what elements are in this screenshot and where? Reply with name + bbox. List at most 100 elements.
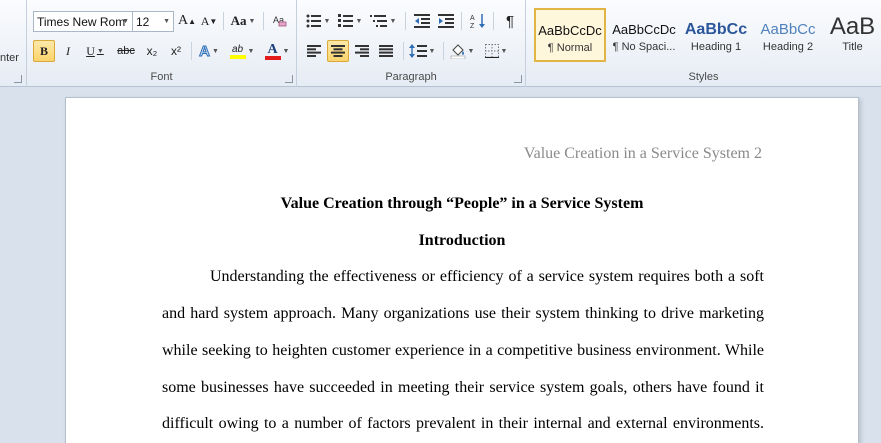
paragraph-dialog-launcher[interactable] (514, 75, 522, 83)
subscript-button[interactable]: x₂ (141, 40, 163, 62)
shading-button[interactable]: ▼ (447, 40, 477, 62)
decrease-indent-button[interactable] (411, 10, 433, 32)
align-left-icon (307, 45, 321, 57)
divider (493, 12, 494, 30)
styles-group-label: Styles (688, 71, 719, 83)
italic-button[interactable]: I (57, 40, 79, 62)
style-heading-2-sample: AaBbCc (760, 21, 816, 38)
superscript-button[interactable]: x² (165, 40, 187, 62)
align-center-icon (331, 45, 345, 57)
italic-icon: I (66, 43, 70, 58)
bold-button[interactable]: B (33, 40, 55, 62)
borders-button[interactable]: ▼ (481, 40, 511, 62)
font-name-combo[interactable]: Times New Rom ▼ (33, 11, 133, 32)
borders-icon (484, 44, 499, 58)
numbering-button[interactable]: ▼ (335, 10, 365, 32)
font-size-combo[interactable]: 12 ▼ (132, 11, 174, 32)
divider (405, 12, 406, 30)
change-case-icon: Aa (230, 13, 247, 28)
align-center-button[interactable] (327, 40, 349, 62)
paint-bucket-icon (450, 44, 465, 59)
svg-text:A: A (470, 15, 475, 22)
font-color-button[interactable]: A ▼ (261, 40, 293, 62)
increase-indent-button[interactable] (435, 10, 457, 32)
running-header: Value Creation in a Service System 2 (523, 145, 762, 162)
style-normal-sample: AaBbCcDc (538, 23, 602, 38)
highlight-color-bar (229, 54, 246, 59)
grow-font-button[interactable]: A ▲ (177, 10, 197, 32)
clear-formatting-button[interactable]: Aa (269, 10, 291, 32)
font-dialog-launcher[interactable] (285, 75, 293, 83)
change-case-button[interactable]: Aa ▼ (229, 10, 257, 32)
body-line: while seeking to heighten customer exper… (162, 342, 764, 359)
document-page[interactable]: Value Creation in a Service System 2 Val… (65, 97, 859, 443)
chevron-down-icon: ▼ (96, 47, 104, 55)
style-normal-name: ¶ Normal (547, 42, 593, 54)
sort-icon: A Z (470, 14, 485, 29)
shrink-font-button[interactable]: A ▼ (199, 10, 219, 32)
section-heading: Introduction (418, 232, 506, 249)
clipboard-dialog-launcher[interactable] (14, 75, 22, 83)
underline-icon: U (86, 43, 95, 58)
bullets-icon (306, 14, 321, 28)
clipboard-partial-label: nter (0, 52, 19, 64)
body-line: some businesses have succeeded in meetin… (162, 379, 764, 396)
style-heading-2[interactable]: AaBbCc Heading 2 (752, 8, 824, 62)
body-line: and hard system approach. Many organizat… (162, 305, 764, 322)
multilevel-list-icon (369, 15, 387, 27)
highlight-icon-label: ab (231, 43, 244, 55)
bold-icon: B (39, 43, 48, 58)
show-formatting-button[interactable]: ¶ (499, 10, 521, 32)
font-name-value: Times New Rom (37, 14, 126, 29)
font-size-value: 12 (136, 14, 150, 29)
svg-text:Z: Z (470, 23, 475, 29)
style-heading-1-sample: AaBbCc (684, 21, 748, 38)
pilcrow-icon: ¶ (505, 12, 515, 30)
shrink-font-icon: A (200, 13, 210, 28)
style-no-spacing[interactable]: AaBbCcDc ¶ No Spaci... (608, 8, 680, 62)
justify-button[interactable] (375, 40, 397, 62)
document-title: Value Creation through “People” in a Ser… (280, 195, 644, 212)
numbering-icon (337, 14, 353, 27)
chevron-down-icon: ▼ (282, 47, 290, 55)
grow-font-icon: A (177, 13, 189, 28)
body-line: difficult owing to a number of factors p… (162, 415, 764, 432)
font-color-bar (264, 55, 281, 60)
style-heading-2-name: Heading 2 (762, 41, 814, 53)
style-heading-1[interactable]: AaBbCc Heading 1 (680, 8, 752, 62)
font-color-icon: A (264, 42, 281, 60)
strikethrough-button[interactable]: abc (113, 40, 139, 62)
highlight-color-button[interactable]: ab ▼ (225, 40, 259, 62)
divider (263, 12, 264, 30)
chevron-down-icon: ▼ (428, 47, 436, 55)
highlighter-icon: ab (229, 43, 246, 59)
style-title[interactable]: AaB Title (824, 8, 881, 62)
chevron-down-icon: ▼ (467, 47, 475, 55)
chevron-down-icon: ▼ (247, 47, 255, 55)
text-effects-button[interactable]: A ▼ (195, 40, 223, 62)
styles-group: AaBbCcDc ¶ Normal AaBbCcDc ¶ No Spaci...… (526, 0, 881, 87)
text-effects-icon: A (199, 42, 211, 60)
underline-button[interactable]: U ▼ (81, 40, 109, 62)
style-no-spacing-name: ¶ No Spaci... (612, 41, 676, 53)
paragraph-group: ▼ ▼ ▼ A Z ¶ ▼ ▼ ▼ Paragraph (297, 0, 526, 87)
divider (191, 42, 192, 60)
increase-indent-icon (438, 14, 454, 28)
decrease-indent-icon (414, 14, 430, 28)
style-title-sample: AaB (829, 13, 876, 40)
align-right-button[interactable] (351, 40, 373, 62)
line-spacing-button[interactable]: ▼ (407, 40, 437, 62)
sort-button[interactable]: A Z (467, 10, 489, 32)
font-group-label: Font (150, 71, 173, 83)
body-line: Understanding the effectiveness or effic… (210, 268, 764, 285)
chevron-down-icon: ▼ (163, 18, 170, 25)
line-spacing-icon (408, 44, 427, 58)
divider (443, 42, 444, 60)
align-left-button[interactable] (303, 40, 325, 62)
style-normal[interactable]: AaBbCcDc ¶ Normal (534, 8, 606, 62)
style-heading-1-name: Heading 1 (690, 41, 742, 53)
document-area: Value Creation in a Service System 2 Val… (0, 87, 881, 443)
divider (223, 12, 224, 30)
multilevel-list-button[interactable]: ▼ (367, 10, 399, 32)
bullets-button[interactable]: ▼ (303, 10, 333, 32)
